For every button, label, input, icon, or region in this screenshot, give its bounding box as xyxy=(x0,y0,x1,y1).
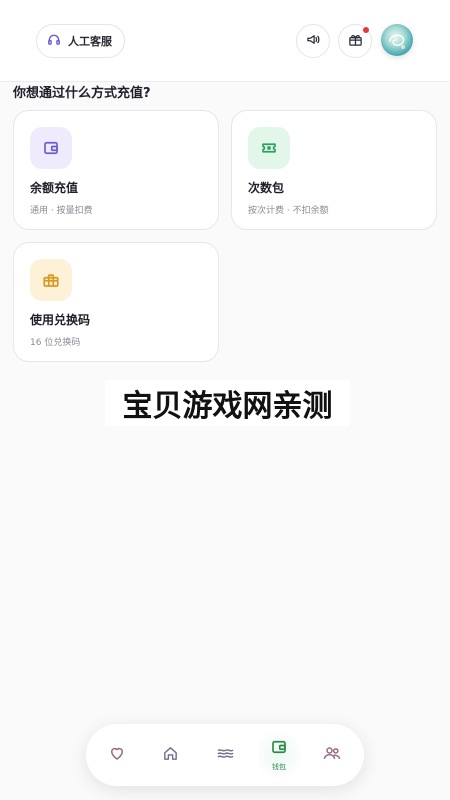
nav-discover[interactable] xyxy=(204,734,246,776)
customer-service-label: 人工客服 xyxy=(68,35,112,48)
customer-service-button[interactable]: 人工客服 xyxy=(36,24,125,58)
card-description: 按次计费 · 不扣余额 xyxy=(248,206,329,216)
heart-icon xyxy=(108,744,126,766)
card-title: 使用兑换码 xyxy=(30,313,91,327)
gift-box-icon xyxy=(30,259,72,301)
ticket-icon xyxy=(248,127,290,169)
count-package-card[interactable]: 次数包 按次计费 · 不扣余额 xyxy=(231,110,437,230)
bottom-navigation: 钱包 xyxy=(86,724,364,786)
nav-wallet-label: 钱包 xyxy=(272,763,286,771)
section-title: 你想通过什么方式充值? xyxy=(13,86,151,101)
megaphone-icon xyxy=(306,32,321,51)
card-title: 余额充值 xyxy=(30,181,79,195)
balance-recharge-card[interactable]: 余额充值 通用 · 按量扣费 xyxy=(13,110,219,230)
top-bar: 人工客服 xyxy=(0,0,450,82)
card-description: 16 位兑换码 xyxy=(30,338,81,348)
home-icon xyxy=(162,745,179,766)
card-description: 通用 · 按量扣费 xyxy=(30,206,93,216)
wallet-icon xyxy=(30,127,72,169)
user-avatar[interactable] xyxy=(381,24,413,56)
notification-badge xyxy=(363,27,369,33)
wallet-icon xyxy=(270,738,288,760)
gift-button[interactable] xyxy=(338,24,372,58)
redeem-code-card[interactable]: 使用兑换码 16 位兑换码 xyxy=(13,242,219,362)
recharge-page: 人工客服 你想通过什么方式充值? 余额充值 通用 · 按量扣费 次数包 按次计费… xyxy=(0,0,450,800)
nav-community[interactable] xyxy=(311,734,353,776)
nav-wallet[interactable]: 钱包 xyxy=(257,730,301,780)
nav-favorites[interactable] xyxy=(96,734,138,776)
gift-icon xyxy=(348,32,363,51)
waves-icon xyxy=(216,744,235,767)
headset-icon xyxy=(47,32,61,51)
nav-home[interactable] xyxy=(149,734,191,776)
watermark-text: 宝贝游戏网亲测 xyxy=(105,380,350,426)
announcement-button[interactable] xyxy=(296,24,330,58)
users-icon xyxy=(322,743,342,767)
card-title: 次数包 xyxy=(248,181,285,195)
